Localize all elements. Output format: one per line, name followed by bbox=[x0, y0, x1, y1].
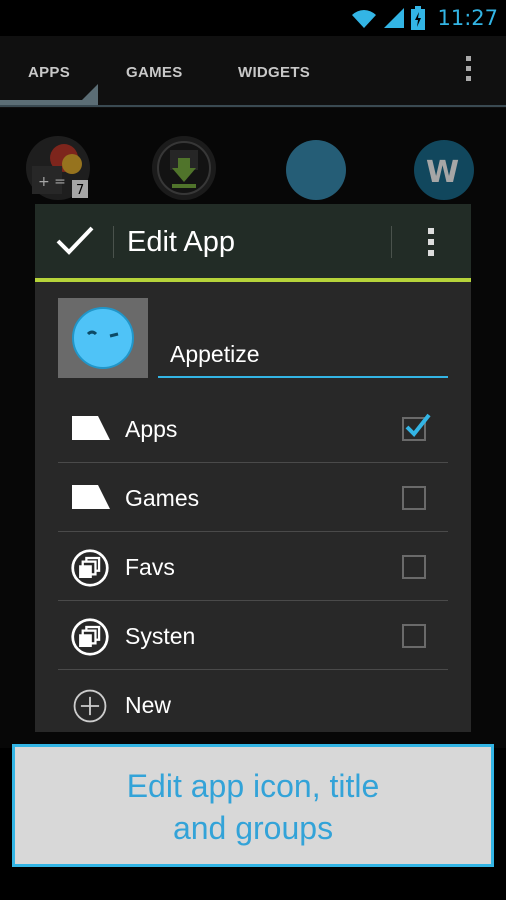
tray-icon bbox=[72, 416, 110, 440]
header-accent-line bbox=[35, 278, 471, 282]
header-separator bbox=[113, 226, 114, 258]
clock: 11:27 bbox=[437, 6, 498, 30]
dialog-title: Edit App bbox=[127, 226, 236, 258]
group-label: New bbox=[125, 692, 172, 718]
dialog-overflow-button[interactable] bbox=[428, 228, 434, 256]
appetize-face-icon bbox=[72, 307, 134, 369]
stack-icon bbox=[71, 618, 109, 656]
stack-icon bbox=[71, 549, 109, 587]
app-icon-picker[interactable] bbox=[58, 298, 148, 378]
group-label: Apps bbox=[125, 416, 178, 442]
group-row-new[interactable]: New bbox=[58, 670, 448, 732]
edit-app-dialog: Edit App Apps Games bbox=[35, 204, 471, 732]
tab-widgets[interactable]: WIDGETS bbox=[238, 64, 310, 81]
group-label: Games bbox=[125, 485, 200, 511]
wifi-icon bbox=[352, 10, 377, 28]
checkmark-icon bbox=[405, 413, 431, 438]
caption-line: and groups bbox=[172, 810, 334, 846]
tab-apps[interactable]: APPS bbox=[28, 64, 70, 81]
group-row-games[interactable]: Games bbox=[58, 463, 448, 532]
tab-divider bbox=[0, 105, 506, 107]
group-label: Favs bbox=[125, 554, 175, 580]
tab-games[interactable]: GAMES bbox=[126, 64, 183, 81]
group-row-favs[interactable]: Favs bbox=[58, 532, 448, 601]
status-icons: 11:27 bbox=[351, 4, 498, 32]
group-checkbox[interactable] bbox=[402, 486, 426, 510]
group-checkbox[interactable] bbox=[402, 555, 426, 579]
group-checkbox-checked[interactable] bbox=[402, 413, 431, 441]
confirm-check-icon[interactable] bbox=[55, 224, 95, 258]
group-row-apps[interactable]: Apps bbox=[58, 394, 448, 463]
group-checkbox[interactable] bbox=[402, 624, 426, 648]
caption-banner: Edit app icon, title and groups bbox=[12, 744, 494, 867]
overflow-menu-button[interactable] bbox=[466, 56, 472, 81]
signal-icon bbox=[384, 8, 405, 28]
tab-indicator-corner bbox=[82, 84, 98, 100]
caption-text: Edit app icon, title and groups bbox=[15, 765, 491, 849]
battery-charging-icon bbox=[411, 6, 426, 30]
caption-line: Edit app icon, title bbox=[126, 768, 380, 804]
group-row-systen[interactable]: Systen bbox=[58, 601, 448, 670]
header-separator bbox=[391, 226, 392, 258]
app-title-input[interactable] bbox=[158, 332, 448, 378]
add-circle-icon bbox=[73, 689, 107, 723]
tray-icon bbox=[72, 485, 110, 509]
dialog-header: Edit App bbox=[35, 204, 471, 278]
group-label: Systen bbox=[125, 623, 196, 649]
status-bar: 11:27 bbox=[0, 0, 506, 36]
